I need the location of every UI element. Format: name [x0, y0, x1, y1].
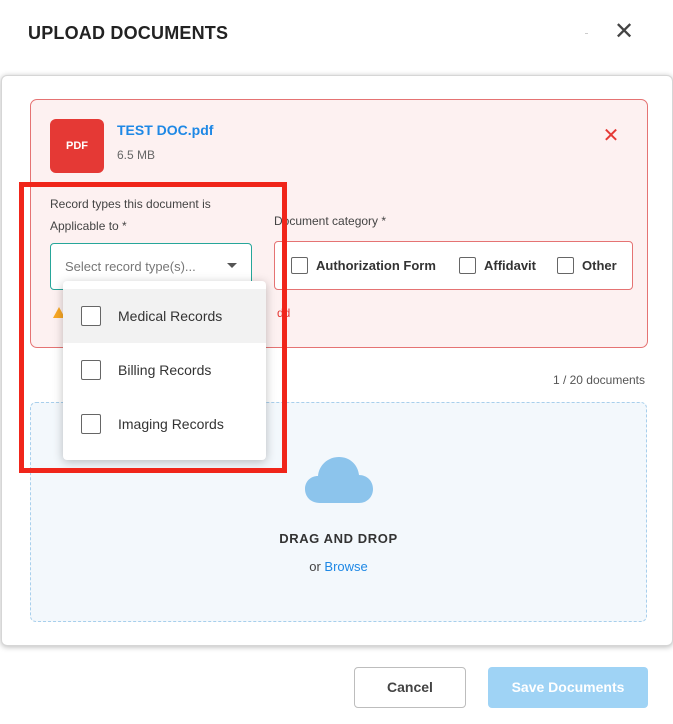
record-types-dropdown: Medical Records Billing Records Imaging … [63, 281, 266, 460]
cancel-button[interactable]: Cancel [354, 667, 466, 708]
pdf-file-icon: PDF [50, 119, 104, 173]
divider [585, 33, 588, 34]
dropdown-item-imaging-records[interactable]: Imaging Records [63, 397, 266, 451]
dropdown-item-label: Medical Records [118, 308, 223, 324]
checkbox[interactable] [459, 257, 476, 274]
dropdown-item-label: Imaging Records [118, 416, 224, 432]
dialog-title: UPLOAD DOCUMENTS [28, 23, 229, 43]
category-label: Other [582, 258, 617, 273]
dropdown-item-billing-records[interactable]: Billing Records [63, 343, 266, 397]
browse-line: or Browse [31, 559, 646, 574]
file-name-link[interactable]: TEST DOC.pdf [117, 122, 213, 138]
checkbox[interactable] [291, 257, 308, 274]
drag-and-drop-title: DRAG AND DROP [279, 531, 398, 546]
document-counter: 1 / 20 documents [552, 373, 645, 387]
checkbox[interactable] [81, 306, 101, 326]
dropdown-item-label: Billing Records [118, 362, 212, 378]
category-label: Affidavit [484, 258, 536, 273]
category-affidavit[interactable]: Affidavit [459, 257, 536, 274]
chevron-down-icon [227, 263, 237, 268]
record-types-placeholder: Select record type(s)... [65, 259, 196, 274]
cloud-upload-icon [305, 457, 373, 503]
document-category-group: Authorization Form Affidavit Other [274, 241, 633, 290]
checkbox[interactable] [81, 360, 101, 380]
record-types-label: Record types this document is Applicable… [50, 193, 250, 237]
checkbox[interactable] [81, 414, 101, 434]
remove-file-icon[interactable]: ✕ [601, 126, 621, 146]
record-types-label-line1: Record types this document is [50, 197, 211, 211]
dropdown-item-medical-records[interactable]: Medical Records [63, 289, 266, 343]
or-text: or [309, 559, 325, 574]
browse-link[interactable]: Browse [324, 559, 367, 574]
document-category-label: Document category * [274, 214, 387, 228]
category-label: Authorization Form [316, 258, 436, 273]
close-icon[interactable]: ✕ [611, 19, 637, 45]
save-documents-button[interactable]: Save Documents [488, 667, 648, 708]
warning-text: dd [277, 306, 291, 320]
record-types-label-line2: Applicable to * [50, 219, 127, 233]
file-size: 6.5 MB [117, 148, 156, 162]
category-other[interactable]: Other [557, 257, 617, 274]
checkbox[interactable] [557, 257, 574, 274]
category-authorization-form[interactable]: Authorization Form [291, 257, 436, 274]
